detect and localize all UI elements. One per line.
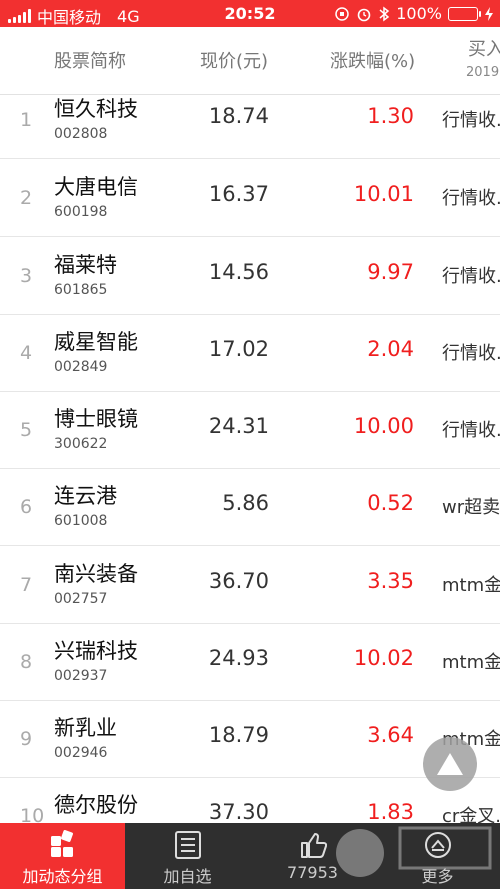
column-header-change[interactable]: 涨跌幅(%) xyxy=(330,47,415,73)
battery-icon xyxy=(448,6,481,21)
stock-price: 14.56 xyxy=(208,260,269,284)
buy-signal: 行情收... xyxy=(442,420,500,441)
stock-change: 10.02 xyxy=(353,646,414,670)
stock-code: 002808 xyxy=(54,126,108,142)
row-index: 3 xyxy=(20,265,33,287)
stock-name: 新乳业 xyxy=(54,716,117,740)
column-header-price[interactable]: 现价(元) xyxy=(200,47,268,73)
stock-code: 300622 xyxy=(54,436,108,452)
stock-name: 连云港 xyxy=(54,484,117,508)
stock-name: 大唐电信 xyxy=(54,175,138,199)
stock-name: 南兴装备 xyxy=(54,562,138,586)
stock-change: 10.01 xyxy=(353,182,414,206)
table-header: 股票简称 现价(元) 涨跌幅(%) 买入 2019 xyxy=(0,27,500,95)
status-right: 100% xyxy=(334,4,494,23)
scroll-to-top-button[interactable] xyxy=(423,737,477,791)
row-index: 2 xyxy=(20,187,33,209)
column-header-buy[interactable]: 买入 xyxy=(468,35,500,61)
column-header-name[interactable]: 股票简称 xyxy=(54,47,126,73)
stock-change: 1.30 xyxy=(367,104,414,128)
table-row[interactable]: 5 博士眼镜 300622 24.31 10.00 行情收... xyxy=(0,391,500,469)
buy-signal: 行情收... xyxy=(442,343,500,364)
stock-code: 601865 xyxy=(54,282,108,298)
table-row[interactable]: 10 德尔股份 37.30 1.83 cr金叉... xyxy=(0,777,500,823)
stock-code: 002937 xyxy=(54,668,108,684)
tab-label: 加自选 xyxy=(163,867,212,886)
alarm-icon xyxy=(357,8,371,21)
dynamic-group-icon xyxy=(50,830,73,857)
table-row[interactable]: 1 恒久科技 002808 18.74 1.30 行情收... xyxy=(0,95,500,159)
stock-code: 002757 xyxy=(54,591,108,607)
stock-name: 博士眼镜 xyxy=(54,407,138,431)
row-index: 9 xyxy=(20,728,33,750)
stock-price: 36.70 xyxy=(208,569,269,593)
stock-name: 福莱特 xyxy=(54,253,117,277)
stock-code: 002946 xyxy=(54,745,108,761)
stock-name: 威星智能 xyxy=(54,330,138,354)
buy-signal: 行情收... xyxy=(442,110,500,131)
buy-signal: mtm金... xyxy=(442,652,500,673)
battery-percent: 100% xyxy=(396,4,442,23)
row-index: 7 xyxy=(20,574,33,596)
buy-signal: wr超卖 xyxy=(442,497,500,518)
table-row[interactable]: 4 威星智能 002849 17.02 2.04 行情收... xyxy=(0,314,500,392)
stock-change: 3.35 xyxy=(367,569,414,593)
stock-change: 9.97 xyxy=(367,260,414,284)
table-row[interactable]: 7 南兴装备 002757 36.70 3.35 mtm金... xyxy=(0,546,500,624)
row-index: 8 xyxy=(20,651,33,673)
stock-name: 德尔股份 xyxy=(54,793,138,817)
stock-price: 5.86 xyxy=(222,491,269,515)
buy-signal: 行情收... xyxy=(442,188,500,209)
stock-price: 17.02 xyxy=(208,337,269,361)
watermark-logo xyxy=(336,826,492,877)
table-row[interactable]: 6 连云港 601008 5.86 0.52 wr超卖 xyxy=(0,468,500,546)
column-header-buy-date: 2019 xyxy=(466,65,500,80)
tab-add-watchlist[interactable]: 加自选 xyxy=(125,823,250,889)
stock-code: 601008 xyxy=(54,513,108,529)
stock-list[interactable]: 1 恒久科技 002808 18.74 1.30 行情收... 2 大唐电信 6… xyxy=(0,95,500,823)
stock-price: 37.30 xyxy=(208,800,269,823)
charging-icon xyxy=(485,6,493,21)
stock-code: 002849 xyxy=(54,359,108,375)
row-index: 5 xyxy=(20,419,33,441)
list-icon xyxy=(174,831,201,859)
stock-change: 0.52 xyxy=(367,491,414,515)
triangle-up-icon xyxy=(437,753,463,775)
stock-price: 16.37 xyxy=(208,182,269,206)
stock-price: 18.79 xyxy=(208,723,269,747)
stock-change: 10.00 xyxy=(353,414,414,438)
table-row[interactable]: 3 福莱特 601865 14.56 9.97 行情收... xyxy=(0,237,500,315)
buy-signal: mtm金... xyxy=(442,575,500,596)
bluetooth-icon xyxy=(379,6,390,21)
thumbs-up-icon xyxy=(300,833,327,858)
row-index: 6 xyxy=(20,496,33,518)
tab-label: 加动态分组 xyxy=(22,867,103,886)
stock-price: 18.74 xyxy=(208,104,269,128)
tab-add-dynamic-group[interactable]: 加动态分组 xyxy=(0,823,125,889)
status-bar: 中国移动 4G 20:52 100% xyxy=(0,0,500,27)
table-row[interactable]: 2 大唐电信 600198 16.37 10.01 行情收... xyxy=(0,159,500,237)
orientation-lock-icon xyxy=(335,6,349,21)
row-index: 1 xyxy=(20,109,33,131)
buy-signal: 行情收... xyxy=(442,266,500,287)
stock-price: 24.31 xyxy=(208,414,269,438)
stock-code: 600198 xyxy=(54,204,108,220)
stock-price: 24.93 xyxy=(208,646,269,670)
stock-change: 2.04 xyxy=(367,337,414,361)
stock-change: 3.64 xyxy=(367,723,414,747)
table-row[interactable]: 8 兴瑞科技 002937 24.93 10.02 mtm金... xyxy=(0,623,500,701)
stock-name: 恒久科技 xyxy=(54,97,138,121)
stock-name: 兴瑞科技 xyxy=(54,639,138,663)
row-index: 10 xyxy=(20,805,45,823)
row-index: 4 xyxy=(20,342,33,364)
